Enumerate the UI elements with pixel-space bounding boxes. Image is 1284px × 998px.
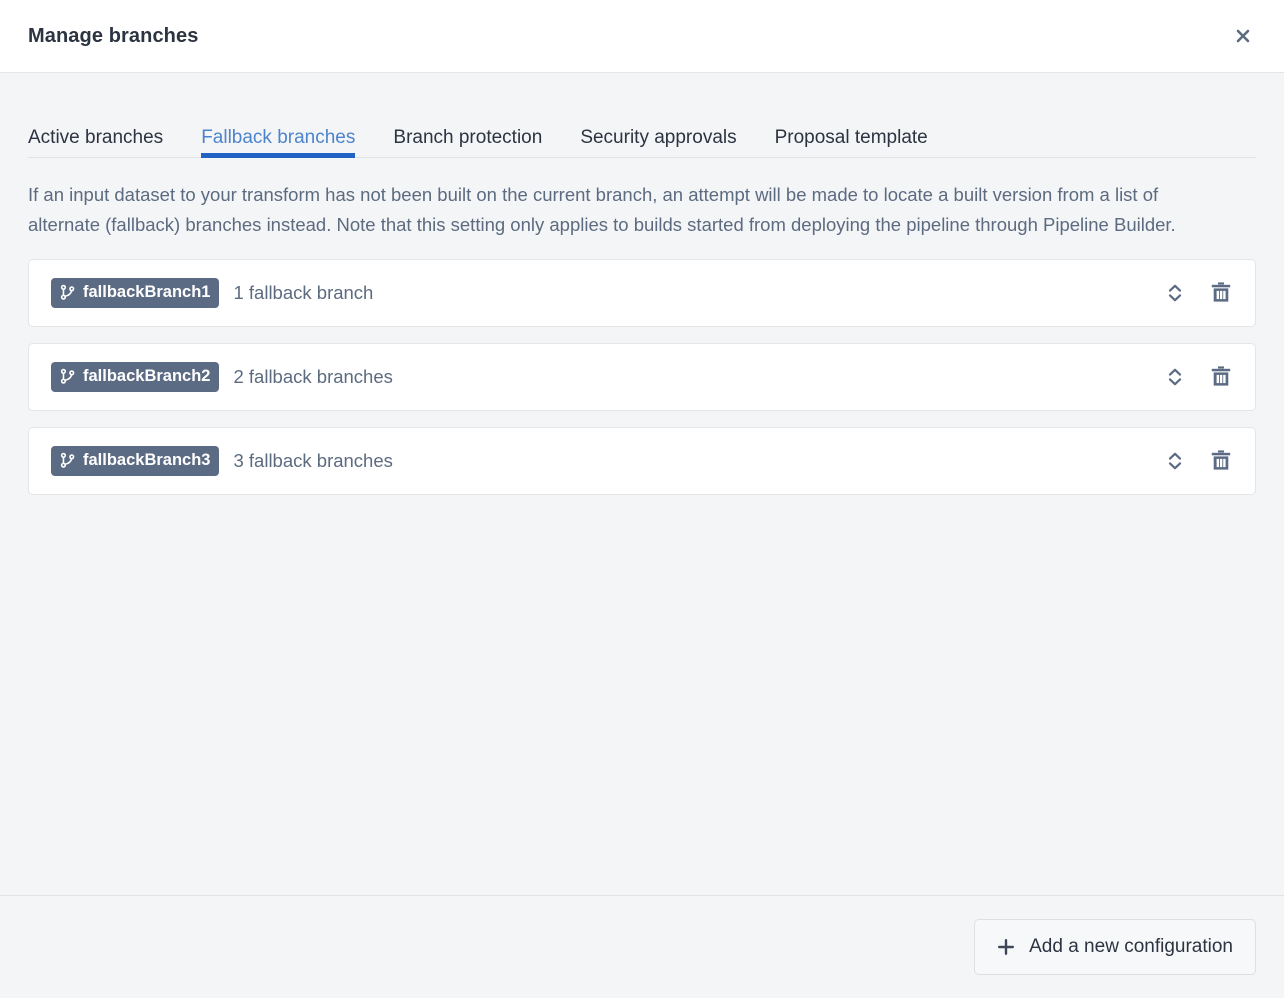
chevron-up-down-icon [1168, 284, 1182, 302]
tab-branch-protection[interactable]: Branch protection [393, 128, 542, 158]
configuration-summary: 2 fallback branches [233, 365, 393, 387]
branch-tag-label: fallbackBranch1 [83, 283, 211, 302]
configuration-list: fallbackBranch1 1 fallback branch fallba… [0, 240, 1284, 495]
reorder-button[interactable] [1155, 273, 1195, 313]
tab-security-approvals[interactable]: Security approvals [580, 128, 736, 158]
dialog-header: Manage branches [0, 0, 1284, 73]
add-configuration-button[interactable]: Add a new configuration [974, 919, 1256, 975]
dialog-footer: Add a new configuration [0, 895, 1284, 998]
git-branch-icon [59, 284, 76, 301]
configuration-summary: 1 fallback branch [233, 281, 374, 303]
add-configuration-label: Add a new configuration [1029, 936, 1233, 957]
plus-icon [997, 938, 1015, 956]
tab-active-branches[interactable]: Active branches [28, 128, 163, 158]
chevron-up-down-icon [1168, 452, 1182, 470]
fallback-description: If an input dataset to your transform ha… [28, 184, 1176, 235]
tab-bar: Active branches Fallback branches Branch… [0, 73, 1284, 158]
delete-button[interactable] [1201, 273, 1241, 313]
tab-fallback-branches[interactable]: Fallback branches [201, 128, 356, 158]
dialog-body: Active branches Fallback branches Branch… [0, 73, 1284, 998]
branch-tag-label: fallbackBranch3 [83, 451, 211, 470]
reorder-button[interactable] [1155, 357, 1195, 397]
configuration-row[interactable]: fallbackBranch3 3 fallback branches [28, 426, 1256, 495]
delete-button[interactable] [1201, 357, 1241, 397]
branch-tag[interactable]: fallbackBranch1 [51, 277, 220, 308]
close-button[interactable] [1226, 19, 1260, 53]
branch-tag[interactable]: fallbackBranch3 [51, 445, 220, 476]
configuration-row[interactable]: fallbackBranch2 2 fallback branches [28, 342, 1256, 411]
close-icon [1236, 29, 1250, 43]
trash-icon [1211, 450, 1231, 471]
configuration-row[interactable]: fallbackBranch1 1 fallback branch [28, 258, 1256, 327]
trash-icon [1211, 366, 1231, 387]
tab-proposal-template[interactable]: Proposal template [775, 128, 928, 158]
delete-button[interactable] [1201, 441, 1241, 481]
manage-branches-dialog: Manage branches Active branches Fallback… [0, 0, 1284, 998]
chevron-up-down-icon [1168, 368, 1182, 386]
reorder-button[interactable] [1155, 441, 1195, 481]
branch-tag[interactable]: fallbackBranch2 [51, 361, 220, 392]
git-branch-icon [59, 368, 76, 385]
git-branch-icon [59, 452, 76, 469]
configuration-summary: 3 fallback branches [233, 449, 393, 471]
branch-tag-label: fallbackBranch2 [83, 367, 211, 386]
dialog-title: Manage branches [28, 24, 199, 47]
trash-icon [1211, 282, 1231, 303]
